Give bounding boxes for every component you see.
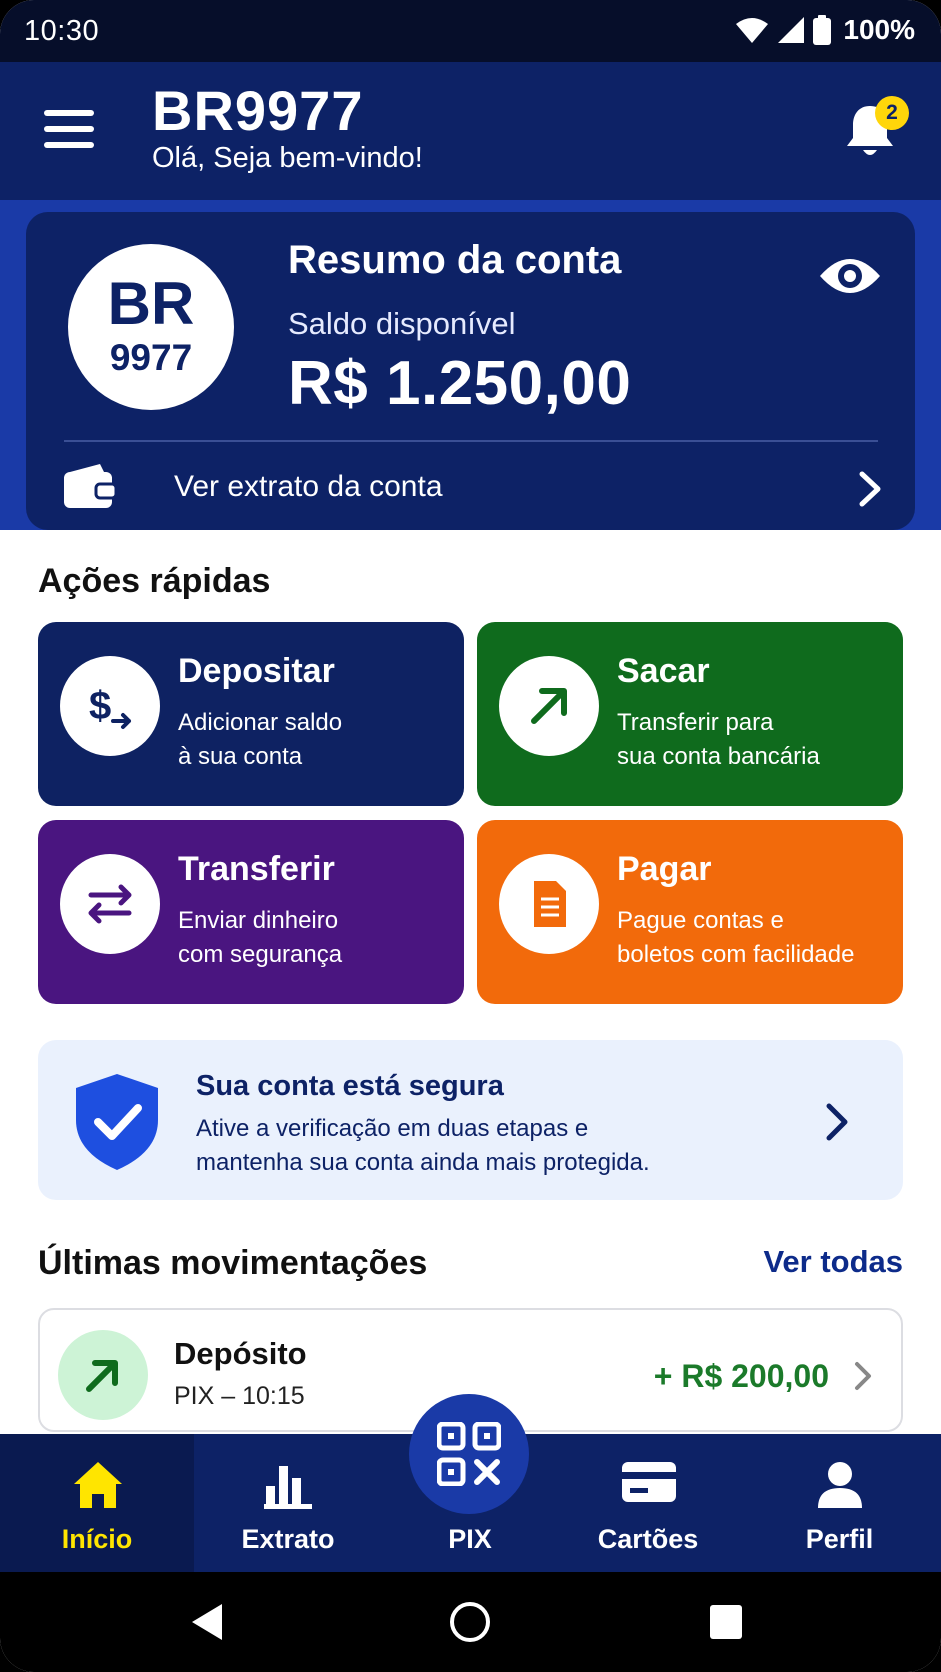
deposit-description: Adicionar saldo à sua conta: [178, 706, 342, 774]
account-summary-card: BR 9977 Resumo da conta Saldo disponível…: [26, 212, 915, 530]
arrow-up-right-icon: [86, 1360, 118, 1392]
transfer-button[interactable]: Transferir Enviar dinheiro com segurança: [38, 820, 464, 1004]
pix-button[interactable]: [409, 1394, 529, 1514]
hamburger-icon: [44, 110, 94, 116]
balance-label: Saldo disponível: [288, 306, 516, 341]
avatar-number: 9977: [109, 337, 193, 378]
nav-item-profile[interactable]: Perfil: [738, 1434, 941, 1572]
wifi-icon: [736, 18, 769, 43]
pay-icon-circle: [499, 854, 599, 954]
transaction-meta: PIX – 10:15: [174, 1382, 305, 1410]
deposit-icon-circle: $: [60, 656, 160, 756]
notification-badge: 2: [875, 96, 909, 130]
deposit-title: Depositar: [178, 652, 335, 690]
status-bar: 10:30 100%: [0, 0, 941, 62]
home-icon: [74, 1462, 122, 1508]
deposit-button[interactable]: $ Depositar Adicionar saldo à sua conta: [38, 622, 464, 806]
quick-actions-title: Ações rápidas: [38, 562, 271, 600]
view-statement-link[interactable]: Ver extrato da conta: [62, 452, 892, 524]
security-description: Ative a verificação em duas etapas e man…: [196, 1112, 650, 1180]
menu-button[interactable]: [44, 110, 94, 150]
avatar-initials: BR: [107, 270, 195, 337]
chevron-right-icon: [855, 1362, 871, 1390]
security-banner[interactable]: Sua conta está segura Ative a verificaçã…: [38, 1040, 903, 1200]
hamburger-line: [44, 126, 94, 132]
system-navigation-bar: [0, 1572, 941, 1672]
pay-title: Pagar: [617, 850, 712, 888]
pay-description-line1: Pague contas e: [617, 907, 784, 934]
app-title: BR9977: [152, 79, 364, 142]
shield-check-icon: [76, 1074, 158, 1170]
back-icon[interactable]: [190, 1602, 224, 1642]
welcome-text: Olá, Seja bem-vindo!: [152, 142, 423, 174]
svg-text:$: $: [89, 684, 111, 728]
withdraw-description-line1: Transferir para: [617, 709, 774, 736]
deposit-description-line2: à sua conta: [178, 743, 303, 770]
transaction-icon-circle: [58, 1330, 148, 1420]
status-time: 10:30: [24, 15, 100, 47]
recents-square-icon[interactable]: [710, 1605, 742, 1639]
home-circle-icon[interactable]: [450, 1602, 490, 1642]
eye-icon[interactable]: [818, 254, 882, 298]
battery-icon: [813, 15, 832, 45]
withdraw-icon-circle: [499, 656, 599, 756]
security-description-line2: mantenha sua conta ainda mais protegida.: [196, 1149, 650, 1176]
withdraw-description: Transferir para sua conta bancária: [617, 706, 820, 774]
app-screen: 10:30 100% BR9977 Olá, Seja bem-vindo! 2…: [0, 0, 941, 1672]
app-header: BR9977 Olá, Seja bem-vindo! 2: [0, 62, 941, 200]
withdraw-description-line2: sua conta bancária: [617, 743, 820, 770]
bar-chart-icon: [264, 1466, 312, 1509]
balance-value: R$ 1.250,00: [288, 349, 632, 418]
pay-description: Pague contas e boletos com facilidade: [617, 904, 854, 972]
transfer-description-line2: com segurança: [178, 941, 343, 968]
security-title: Sua conta está segura: [196, 1070, 504, 1102]
nav-statement-label: Extrato: [241, 1524, 335, 1554]
nav-item-home[interactable]: Início: [0, 1434, 194, 1572]
deposit-icon: $: [89, 684, 131, 729]
nav-home-label: Início: [61, 1524, 133, 1554]
credit-card-icon: [622, 1462, 676, 1502]
nav-item-cards[interactable]: Cartões: [558, 1434, 738, 1572]
avatar: BR 9977: [68, 244, 234, 410]
qr-code-icon: [437, 1422, 501, 1486]
transactions-title: Últimas movimentações: [38, 1244, 428, 1282]
arrow-up-right-icon: [531, 688, 567, 724]
nav-profile-label: Perfil: [805, 1524, 874, 1554]
signal-icon: [778, 17, 805, 43]
transfer-arrows-icon: [88, 884, 132, 924]
security-description-line1: Ative a verificação em duas etapas e: [196, 1115, 589, 1142]
transfer-description-line1: Enviar dinheiro: [178, 907, 339, 934]
transfer-icon-circle: [60, 854, 160, 954]
pay-button[interactable]: Pagar Pague contas e boletos com facilid…: [477, 820, 903, 1004]
nav-item-statement[interactable]: Extrato: [194, 1434, 382, 1572]
transfer-description: Enviar dinheiro com segurança: [178, 904, 342, 972]
nav-pix-label: PIX: [448, 1524, 492, 1554]
see-all-link[interactable]: Ver todas: [763, 1244, 903, 1280]
withdraw-title: Sacar: [617, 652, 710, 690]
user-icon: [818, 1462, 862, 1508]
status-icons: 100%: [735, 14, 915, 46]
withdraw-button[interactable]: Sacar Transferir para sua conta bancária: [477, 622, 903, 806]
summary-divider: [64, 440, 878, 442]
pay-description-line2: boletos com facilidade: [617, 941, 855, 968]
nav-cards-label: Cartões: [597, 1524, 699, 1554]
transfer-title: Transferir: [178, 850, 335, 888]
summary-title: Resumo da conta: [288, 238, 622, 282]
deposit-description-line1: Adicionar saldo: [178, 709, 343, 736]
view-statement-label: Ver extrato da conta: [174, 470, 443, 503]
chevron-right-icon: [859, 471, 881, 507]
transaction-title: Depósito: [174, 1336, 307, 1371]
battery-percentage: 100%: [843, 14, 915, 45]
document-icon: [534, 881, 566, 927]
transaction-amount: + R$ 200,00: [653, 1358, 829, 1394]
wallet-icon: [64, 464, 116, 508]
hamburger-line: [44, 142, 94, 148]
chevron-right-icon: [826, 1103, 848, 1141]
